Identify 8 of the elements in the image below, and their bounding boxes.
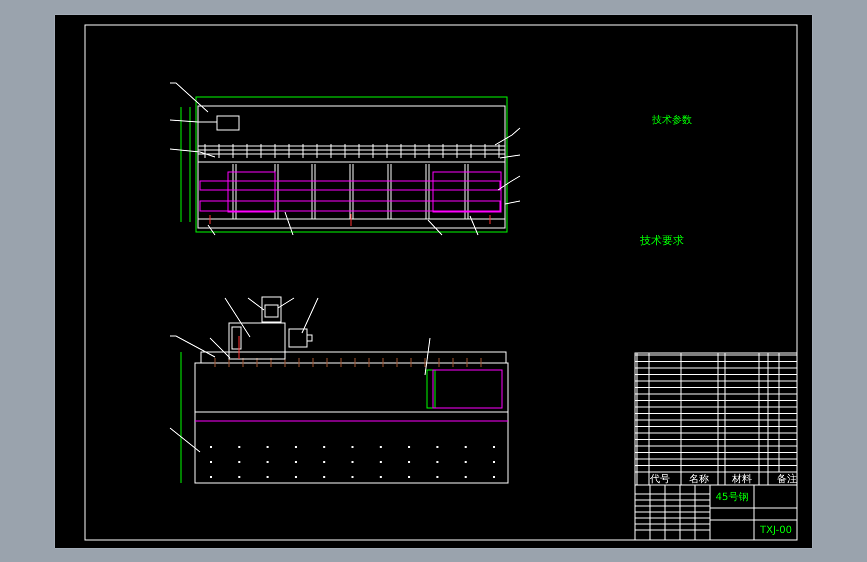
parameters-heading: 技术参数 xyxy=(652,115,692,126)
column-header: 名称 xyxy=(689,474,709,485)
column-header: 备注 xyxy=(777,474,797,485)
material-text: 45号钢 xyxy=(716,492,748,503)
notes-heading: 技术要求 xyxy=(640,234,684,247)
column-header: 代号 xyxy=(650,474,670,485)
drawing-number: TXJ-00 xyxy=(760,525,792,536)
column-header: 材料 xyxy=(732,474,752,485)
